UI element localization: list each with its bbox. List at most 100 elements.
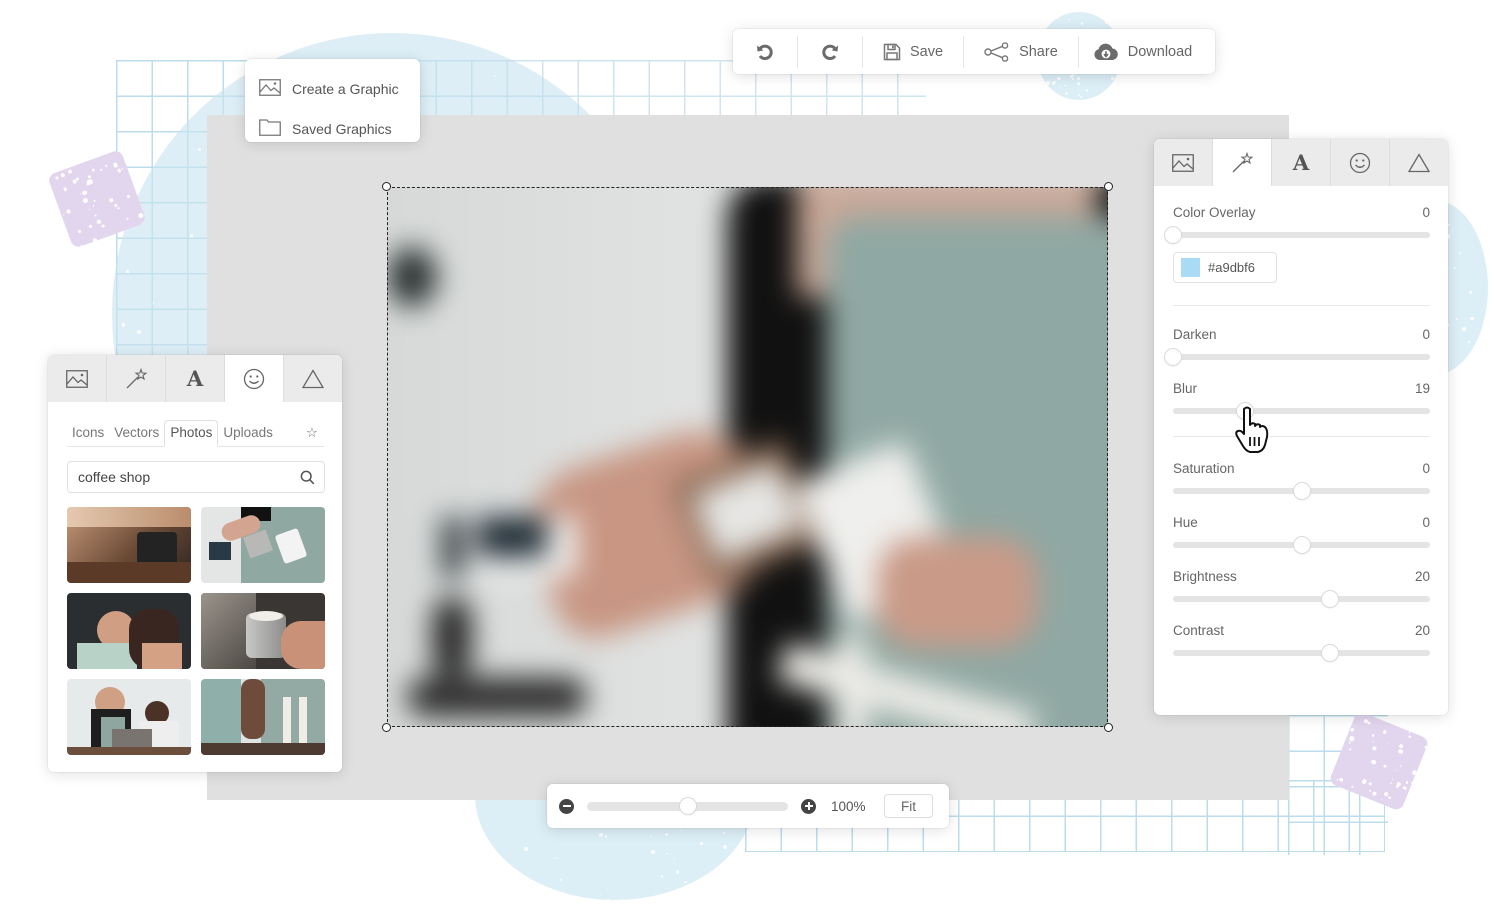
decor-speck (141, 221, 144, 223)
photo-result[interactable] (67, 507, 191, 583)
slider-knob[interactable] (1321, 591, 1338, 607)
decor-speck (1349, 727, 1355, 733)
tab-stickers[interactable] (225, 355, 284, 402)
decor-speck (606, 899, 610, 900)
decor-speck (92, 204, 95, 207)
slider-knob[interactable] (1293, 483, 1310, 499)
resize-handle-bottom-right[interactable] (1104, 723, 1113, 732)
subtab-icons[interactable]: Icons (67, 424, 109, 446)
subtab-uploads[interactable]: Uploads (218, 424, 278, 446)
resize-handle-top-left[interactable] (382, 182, 391, 191)
decor-speck (675, 870, 680, 874)
adjust-blur-control: Blur 19 (1173, 381, 1430, 419)
zoom-slider[interactable] (587, 798, 788, 814)
slider-label: Brightness (1173, 569, 1237, 584)
decor-speck (1405, 780, 1409, 785)
decor-speck (117, 207, 120, 210)
decor-speck (1469, 291, 1472, 295)
menu-item-saved-graphics[interactable]: Saved Graphics (245, 109, 420, 149)
decor-speck (523, 846, 528, 851)
decor-speck (94, 214, 97, 218)
color-swatch (1181, 258, 1200, 277)
slider-value: 19 (1414, 381, 1430, 396)
blur-slider[interactable] (1173, 403, 1430, 419)
star-icon[interactable]: ☆ (301, 424, 324, 446)
menu-item-create-graphic[interactable]: Create a Graphic (245, 69, 420, 109)
brightness-slider[interactable] (1173, 591, 1430, 607)
decor-speck (1367, 720, 1372, 725)
darken-slider[interactable] (1165, 349, 1430, 365)
decor-speck (1068, 18, 1070, 20)
slider-knob[interactable] (1321, 645, 1338, 661)
decor-speck (62, 214, 65, 216)
decor-speck (230, 45, 234, 49)
photo-result[interactable] (201, 679, 325, 755)
resize-handle-top-right[interactable] (1104, 182, 1113, 191)
tab-shapes[interactable] (284, 355, 342, 402)
saturation-slider[interactable] (1173, 483, 1430, 499)
decor-speck (108, 197, 114, 203)
decor-speck (1064, 84, 1066, 87)
slider-knob[interactable] (1165, 349, 1181, 365)
decor-speck (82, 190, 88, 196)
decor-speck (91, 168, 95, 172)
tab-images[interactable] (48, 355, 107, 402)
tab-images[interactable] (1154, 139, 1213, 186)
tab-effects[interactable] (1213, 139, 1272, 186)
decor-speck (276, 52, 278, 54)
photo-result[interactable] (201, 593, 325, 669)
top-toolbar: Save Share Download (733, 29, 1215, 74)
subtab-vectors[interactable]: Vectors (109, 424, 164, 446)
decor-speck (1448, 223, 1451, 226)
color-overlay-slider[interactable] (1165, 227, 1430, 243)
decor-speck (1057, 76, 1061, 81)
selection-box[interactable] (382, 182, 1113, 732)
text-icon: A (1292, 150, 1310, 175)
decor-speck (621, 899, 623, 900)
decor-speck (1390, 782, 1392, 785)
fit-button[interactable]: Fit (884, 794, 933, 818)
decor-speck (80, 192, 82, 195)
save-button[interactable]: Save (863, 29, 963, 74)
slider-knob[interactable] (1293, 537, 1310, 553)
slider-label: Saturation (1173, 461, 1235, 476)
zoom-out-icon[interactable] (559, 798, 574, 814)
photo-result[interactable] (67, 593, 191, 669)
slider-value: 20 (1414, 623, 1430, 638)
decor-speck (560, 879, 563, 882)
subtab-photos[interactable]: Photos (164, 420, 219, 447)
decor-speck (1104, 21, 1108, 24)
magic-wand-icon (125, 368, 147, 390)
search-icon[interactable] (300, 470, 315, 488)
zoom-in-icon[interactable] (801, 798, 816, 814)
decor-speck (1382, 763, 1388, 769)
photo-result[interactable] (67, 679, 191, 755)
tab-stickers[interactable] (1331, 139, 1390, 186)
slider-knob[interactable] (1165, 227, 1181, 243)
search-input[interactable] (78, 469, 278, 485)
tab-text[interactable]: A (166, 355, 225, 402)
decor-speck (1339, 777, 1344, 782)
decor-speck (1111, 84, 1115, 88)
text-icon: A (186, 366, 204, 391)
decor-speck (520, 894, 523, 898)
zoom-slider-knob[interactable] (679, 798, 696, 814)
download-label: Download (1127, 43, 1193, 60)
undo-button[interactable] (733, 29, 797, 74)
decor-speck (105, 233, 107, 236)
contrast-slider[interactable] (1173, 645, 1430, 661)
overlay-color-picker[interactable]: #a9dbf6 (1173, 252, 1277, 283)
tab-shapes[interactable] (1390, 139, 1448, 186)
tab-effects[interactable] (107, 355, 166, 402)
photo-result[interactable] (201, 507, 325, 583)
tab-text[interactable]: A (1272, 139, 1331, 186)
floppy-disk-icon (883, 43, 901, 61)
decor-speck (1475, 209, 1478, 212)
color-overlay-control: Color Overlay 0 #a9dbf6 (1165, 205, 1430, 283)
download-button[interactable]: Download (1079, 29, 1207, 74)
hue-slider[interactable] (1173, 537, 1430, 553)
share-button[interactable]: Share (964, 29, 1078, 74)
resize-handle-bottom-left[interactable] (382, 723, 391, 732)
decor-speck (1387, 742, 1390, 745)
redo-button[interactable] (798, 29, 862, 74)
